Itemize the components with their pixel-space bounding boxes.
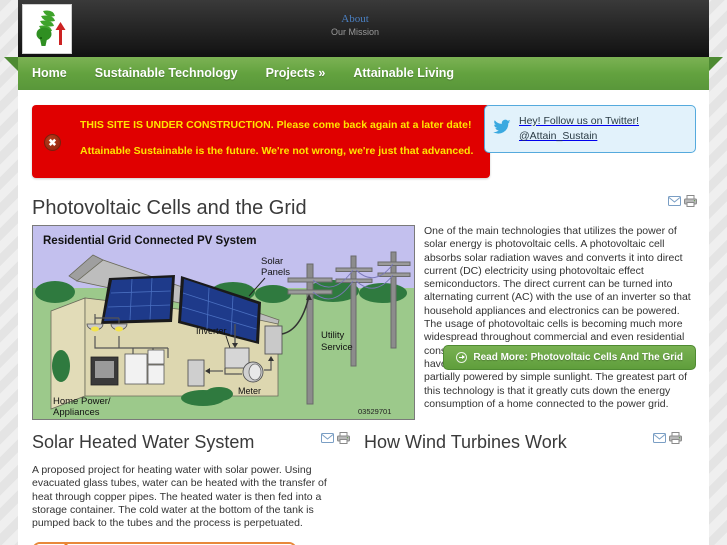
page-content: ✖ THIS SITE IS UNDER CONSTRUCTION. Pleas…	[18, 90, 709, 545]
nav-ribbon-right	[709, 57, 723, 71]
figure-label-home-1: Home Power/	[53, 396, 111, 407]
nav-item-projects[interactable]: Projects »	[252, 57, 340, 90]
main-navigation: Home Sustainable Technology Projects » A…	[0, 57, 727, 98]
nav-item-sustainable-technology[interactable]: Sustainable Technology	[81, 57, 252, 90]
twitter-handle: @Attain_Sustain	[519, 130, 598, 142]
alert-message: THIS SITE IS UNDER CONSTRUCTION. Please …	[80, 118, 476, 159]
nav-item-home[interactable]: Home	[18, 57, 81, 98]
twitter-text: Hey! Follow us on Twitter! @Attain_Susta…	[519, 114, 639, 144]
read-more-button[interactable]: Read More: Photovoltaic Cells And The Gr…	[443, 345, 696, 370]
print-icon[interactable]	[337, 431, 350, 449]
email-icon[interactable]	[321, 431, 334, 449]
column-actions	[653, 431, 682, 449]
figure-caption-text: Residential Grid Connected PV System	[43, 235, 256, 247]
column-actions	[321, 431, 350, 449]
site-logo[interactable]	[22, 4, 72, 54]
print-icon[interactable]	[684, 194, 697, 212]
figure-label-panels: Panels	[261, 267, 290, 278]
construction-alert: ✖ THIS SITE IS UNDER CONSTRUCTION. Pleas…	[32, 105, 490, 178]
column-wind-turbines: How Wind Turbines Work	[364, 430, 696, 545]
figure-label-utility-1: Utility	[321, 330, 344, 341]
figure-label-meter: Meter	[238, 386, 261, 396]
figure-image-id: 03529701	[358, 407, 391, 416]
article-title: Photovoltaic Cells and the Grid	[32, 197, 307, 219]
header-link-about[interactable]: About	[295, 12, 415, 26]
article-actions	[668, 194, 697, 212]
nav-item-attainable-living[interactable]: Attainable Living	[339, 57, 468, 90]
figure-label-utility-2: Service	[321, 342, 353, 353]
alert-line-1: THIS SITE IS UNDER CONSTRUCTION. Please …	[80, 119, 472, 131]
header-links: About Our Mission	[295, 12, 415, 39]
bottom-columns: Solar Heated Water System A proposed pro…	[32, 430, 696, 545]
alert-close-button[interactable]: ✖	[44, 134, 61, 151]
cfl-bulb-logo-icon	[23, 5, 71, 53]
email-icon[interactable]	[668, 194, 681, 212]
header-link-our-mission[interactable]: Our Mission	[295, 26, 415, 39]
figure-label-home-2: Appliances	[53, 407, 100, 418]
column-solar-heated-water: Solar Heated Water System A proposed pro…	[32, 430, 364, 545]
read-more-label: Read More: Photovoltaic Cells And The Gr…	[473, 352, 683, 363]
figure-label-solar: Solar	[261, 256, 283, 267]
article-header: Photovoltaic Cells and the Grid	[32, 195, 697, 225]
article-body: Residential Grid Connected PV System Sol…	[32, 225, 696, 420]
twitter-follow-widget[interactable]: Hey! Follow us on Twitter! @Attain_Susta…	[484, 105, 696, 153]
nav-ribbon-left	[4, 57, 18, 71]
column-header: Solar Heated Water System	[32, 430, 352, 458]
arrow-right-icon	[456, 352, 468, 363]
read-more-row: Read More: Photovoltaic Cells And The Gr…	[416, 345, 696, 370]
column-paragraph-solar-water: A proposed project for heating water wit…	[32, 464, 327, 530]
alert-line-2: Attainable Sustainable is the future. We…	[80, 145, 474, 157]
column-title-wind-turbines: How Wind Turbines Work	[364, 432, 567, 452]
figure-label-inverter: Inverter	[196, 326, 227, 336]
column-title-solar-water: Solar Heated Water System	[32, 432, 255, 452]
nav-items: Home Sustainable Technology Projects » A…	[18, 57, 468, 98]
email-icon[interactable]	[653, 431, 666, 449]
twitter-bird-icon	[485, 119, 519, 139]
print-icon[interactable]	[669, 431, 682, 449]
pv-system-diagram: Residential Grid Connected PV System Sol…	[32, 225, 415, 420]
column-header: How Wind Turbines Work	[364, 430, 684, 458]
twitter-line-1: Hey! Follow us on Twitter!	[519, 115, 640, 127]
